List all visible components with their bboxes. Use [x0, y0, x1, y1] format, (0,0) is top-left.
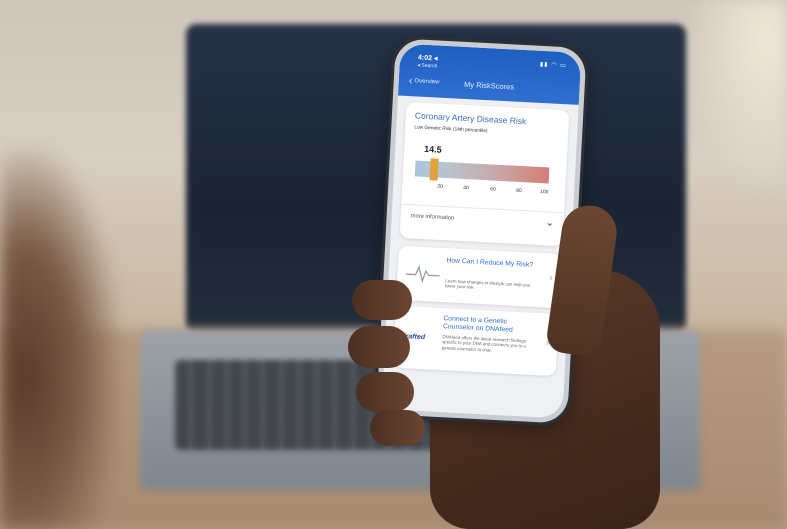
tick-label: 80	[515, 187, 522, 195]
phone-screen: 4:02 ◂ ▮▮ ◠ ▭ ◂ Search My RiskScores ‹ O…	[381, 43, 582, 419]
tick-label: 40	[463, 184, 469, 192]
tick-label: 20	[437, 183, 443, 190]
reduce-risk-description: Learn how changes in lifestyle can help …	[444, 278, 531, 291]
back-to-app-link[interactable]: ◂ Search	[417, 62, 437, 69]
counselor-title: Connect to a Genetic Counselor on DNAfee…	[442, 315, 513, 334]
tick-label: 100	[539, 189, 549, 196]
heartbeat-icon	[405, 264, 440, 284]
smartphone: 4:02 ◂ ▮▮ ◠ ▭ ◂ Search My RiskScores ‹ O…	[373, 35, 590, 427]
phone-frame: 4:02 ◂ ▮▮ ◠ ▭ ◂ Search My RiskScores ‹ O…	[376, 38, 587, 424]
status-icons: ▮▮ ◠ ▭	[539, 61, 567, 69]
genetic-counselor-card[interactable]: drafted Connect to a Genetic Counselor o…	[392, 305, 559, 377]
risk-score-card: Coronary Artery Disease Risk Low Genetic…	[399, 101, 570, 247]
hand-finger	[348, 326, 410, 368]
reduce-risk-card[interactable]: How Can I Reduce My Risk? Learn how chan…	[396, 245, 562, 309]
reduce-risk-title: How Can I Reduce My Risk?	[446, 257, 534, 269]
counselor-description: DNAfeed offers the latest research findi…	[441, 334, 527, 353]
status-time: 4:02 ◂	[417, 54, 438, 63]
more-information-label: more information	[410, 212, 455, 222]
score-value: 14.5	[423, 143, 442, 155]
tick-label: 60	[490, 186, 496, 193]
risk-subtitle: Low Genetic Risk (14th percentile)	[414, 125, 488, 135]
nav-bar: My RiskScores ‹ Overview	[408, 74, 570, 96]
score-marker	[430, 158, 440, 181]
hand-finger	[370, 410, 425, 446]
window-light	[680, 0, 787, 200]
app-header: 4:02 ◂ ▮▮ ◠ ▭ ◂ Search My RiskScores ‹ O…	[397, 43, 582, 105]
status-bar: 4:02 ◂ ▮▮ ◠ ▭	[418, 52, 567, 70]
person-shoulder	[0, 150, 120, 529]
hand-finger	[356, 372, 414, 412]
page-title: My RiskScores	[463, 79, 515, 92]
chevron-right-icon: ›	[548, 272, 553, 284]
hand-finger	[352, 280, 412, 320]
chevron-down-icon: ⌄	[545, 217, 554, 228]
more-information-toggle[interactable]: more information ⌄	[400, 203, 565, 235]
risk-title: Coronary Artery Disease Risk	[414, 110, 527, 127]
